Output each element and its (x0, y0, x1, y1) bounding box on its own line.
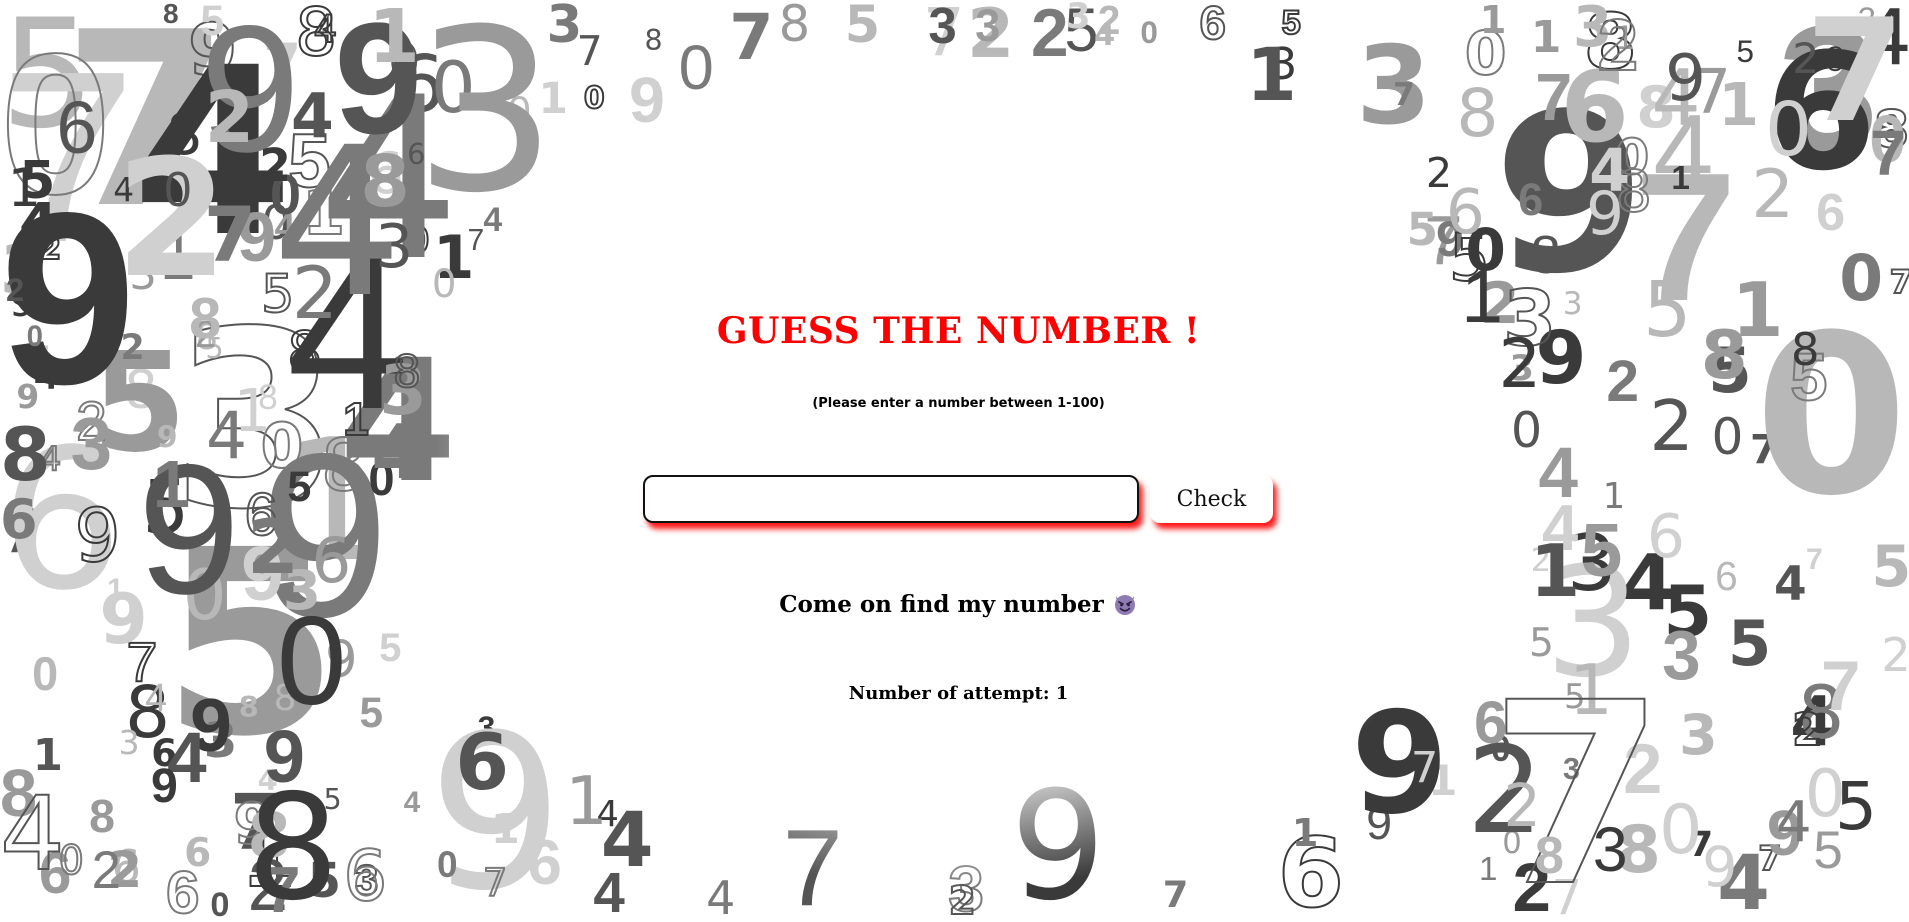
instructions-text: (Please enter a number between 1-100) (812, 396, 1105, 411)
page-title: GUESS THE NUMBER ! (716, 310, 1201, 352)
check-button[interactable]: Check (1150, 475, 1273, 523)
guess-game: GUESS THE NUMBER ! (Please enter a numbe… (0, 0, 1909, 922)
smiling-devil-icon (1114, 595, 1135, 615)
guess-input[interactable] (643, 475, 1139, 523)
feedback-message: Come on find my number (0, 590, 1909, 618)
feedback-text: Come on find my number (779, 591, 1104, 618)
attempt-counter: Number of attempt: 1 (848, 683, 1069, 704)
